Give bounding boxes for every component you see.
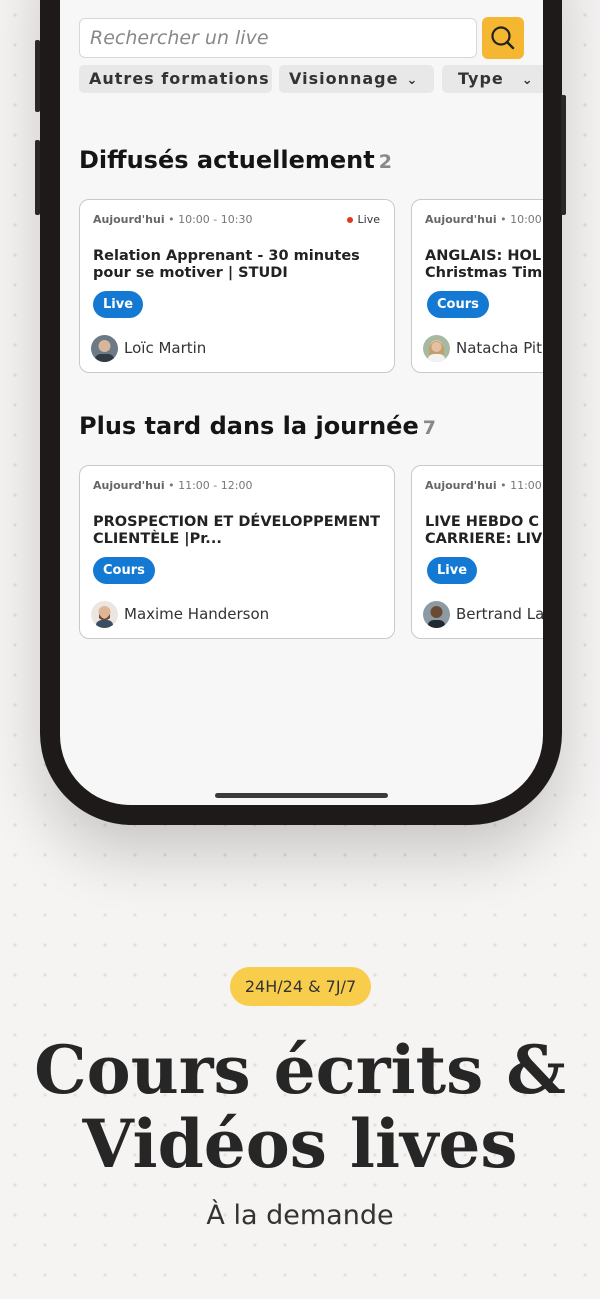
filter-label: Autres formations bbox=[89, 69, 270, 88]
card-badge: Live bbox=[427, 557, 478, 584]
presenter-name: Loïc Martin bbox=[124, 339, 207, 357]
avatar bbox=[423, 600, 450, 628]
card-day: Aujourd'hui bbox=[425, 213, 497, 226]
presenter-name: Natacha Pit bbox=[456, 339, 542, 357]
card-day: Aujourd'hui bbox=[93, 479, 165, 492]
card-hours: • 11:00 - bbox=[500, 479, 543, 492]
section-title-text: Diffusés actuellement bbox=[79, 146, 375, 174]
card-presenter: Loïc Martin bbox=[91, 334, 206, 362]
card-time: Aujourd'hui • 10:00 - 10:30 bbox=[93, 213, 252, 226]
filter-autres-formations[interactable]: Autres formations bbox=[79, 65, 272, 93]
live-card[interactable]: Aujourd'hui • 11:00 - LIVE HEBDO C CARRI… bbox=[411, 465, 543, 639]
home-indicator bbox=[215, 793, 388, 798]
live-card[interactable]: Aujourd'hui • 10:00 - 10:30 Live Relatio… bbox=[79, 199, 395, 373]
live-indicator: Live bbox=[346, 213, 380, 226]
card-presenter: Maxime Handerson bbox=[91, 600, 269, 628]
live-dot-icon bbox=[346, 217, 353, 223]
card-hours: • 10:00 - bbox=[500, 213, 543, 226]
section-title-later-today: Plus tard dans la journée 7 bbox=[79, 412, 436, 440]
side-button bbox=[35, 40, 40, 112]
card-badge: Cours bbox=[427, 291, 489, 318]
subheadline: À la demande bbox=[206, 1200, 394, 1231]
card-badge: Cours bbox=[93, 557, 155, 584]
section-count: 2 bbox=[378, 151, 392, 173]
headline-line-2: Vidéos lives bbox=[82, 1105, 518, 1183]
card-presenter: Natacha Pit bbox=[423, 334, 542, 362]
presenter-name: Bertrand La bbox=[456, 605, 543, 623]
promo-screen: { "search": { "placeholder": "Rechercher… bbox=[0, 0, 600, 1299]
card-presenter: Bertrand La bbox=[423, 600, 543, 628]
presenter-name: Maxime Handerson bbox=[124, 605, 270, 623]
side-button bbox=[561, 95, 566, 215]
card-title: PROSPECTION ET DÉVELOPPEMENT CLIENTÈLE |… bbox=[93, 514, 381, 547]
search-input[interactable]: Rechercher un live bbox=[79, 18, 477, 58]
card-hours: • 11:00 - 12:00 bbox=[168, 479, 253, 492]
card-title: ANGLAIS: HOL Christmas Tim bbox=[425, 248, 543, 281]
live-card[interactable]: Aujourd'hui • 11:00 - 12:00 PROSPECTION … bbox=[79, 465, 395, 639]
headline-line-1: Cours écrits & bbox=[34, 1031, 566, 1109]
side-button bbox=[35, 140, 40, 215]
filter-visionnage[interactable]: Visionnage ⌄ bbox=[279, 65, 434, 93]
live-label: Live bbox=[357, 213, 380, 226]
card-hours: • 10:00 - 10:30 bbox=[168, 213, 253, 226]
live-card[interactable]: Aujourd'hui • 10:00 - ANGLAIS: HOL Chris… bbox=[411, 199, 543, 373]
avatar bbox=[423, 334, 450, 362]
chevron-down-icon: ⌄ bbox=[406, 73, 419, 88]
card-day: Aujourd'hui bbox=[93, 213, 165, 226]
filter-label: Type bbox=[458, 69, 504, 88]
card-day: Aujourd'hui bbox=[425, 479, 497, 492]
chevron-down-icon: ⌄ bbox=[521, 73, 534, 88]
filter-label: Visionnage bbox=[289, 69, 399, 88]
section-count: 7 bbox=[422, 417, 436, 439]
card-time: Aujourd'hui • 11:00 - bbox=[425, 479, 543, 492]
app-screen: Rechercher un live Autres formations Vis… bbox=[60, 0, 543, 805]
search-button[interactable] bbox=[482, 17, 524, 59]
card-badge: Live bbox=[93, 291, 144, 318]
card-time: Aujourd'hui • 11:00 - 12:00 bbox=[93, 479, 252, 492]
search-icon bbox=[491, 26, 515, 50]
section-title-text: Plus tard dans la journée bbox=[79, 412, 419, 440]
section-title-live-now: Diffusés actuellement 2 bbox=[79, 146, 392, 174]
card-title: Relation Apprenant - 30 minutes pour se … bbox=[93, 248, 360, 281]
filter-type[interactable]: Type ⌄ bbox=[442, 65, 543, 93]
card-time: Aujourd'hui • 10:00 - bbox=[425, 213, 543, 226]
availability-pill: 24H/24 & 7J/7 bbox=[230, 967, 371, 1006]
card-title: LIVE HEBDO C CARRIERE: LIV bbox=[425, 514, 543, 547]
avatar bbox=[91, 334, 118, 362]
avatar bbox=[91, 600, 118, 628]
